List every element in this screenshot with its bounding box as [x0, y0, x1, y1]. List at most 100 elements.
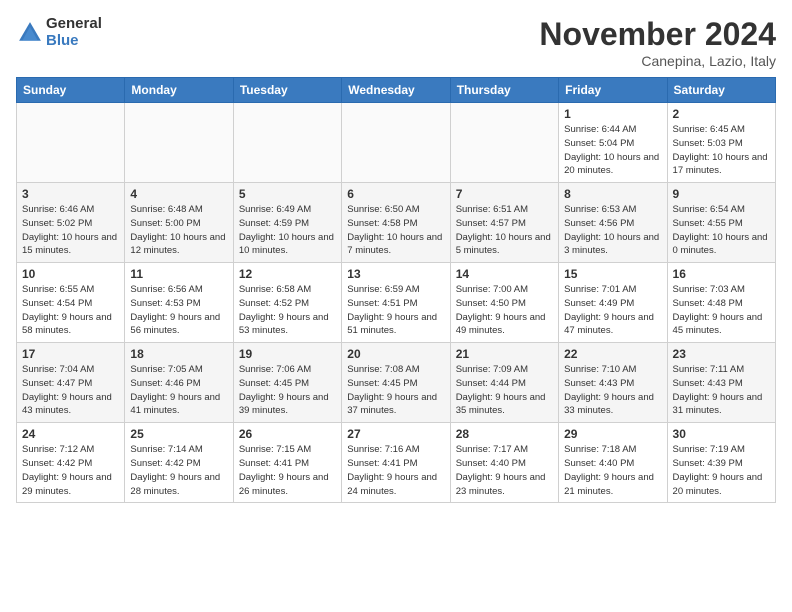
calendar-cell: 3 Sunrise: 6:46 AM Sunset: 5:02 PM Daylig… — [17, 183, 125, 263]
day-info: Sunrise: 7:19 AM Sunset: 4:39 PM Dayligh… — [673, 443, 770, 498]
day-number: 5 — [239, 187, 336, 201]
day-info: Sunrise: 7:14 AM Sunset: 4:42 PM Dayligh… — [130, 443, 227, 498]
day-number: 30 — [673, 427, 770, 441]
calendar-cell: 10 Sunrise: 6:55 AM Sunset: 4:54 PM Dayli… — [17, 263, 125, 343]
day-info: Sunrise: 6:45 AM Sunset: 5:03 PM Dayligh… — [673, 123, 770, 178]
weekday-header-saturday: Saturday — [667, 78, 775, 103]
day-number: 16 — [673, 267, 770, 281]
calendar-cell: 6 Sunrise: 6:50 AM Sunset: 4:58 PM Daylig… — [342, 183, 450, 263]
day-number: 21 — [456, 347, 553, 361]
calendar-cell: 23 Sunrise: 7:11 AM Sunset: 4:43 PM Dayli… — [667, 343, 775, 423]
weekday-header-sunday: Sunday — [17, 78, 125, 103]
calendar-cell: 1 Sunrise: 6:44 AM Sunset: 5:04 PM Daylig… — [559, 103, 667, 183]
calendar-cell: 18 Sunrise: 7:05 AM Sunset: 4:46 PM Dayli… — [125, 343, 233, 423]
day-number: 25 — [130, 427, 227, 441]
day-info: Sunrise: 6:48 AM Sunset: 5:00 PM Dayligh… — [130, 203, 227, 258]
logo-icon — [16, 19, 44, 47]
calendar-cell: 27 Sunrise: 7:16 AM Sunset: 4:41 PM Dayli… — [342, 423, 450, 503]
week-row-5: 24Sunrise: 7:12 AM Sunset: 4:42 PM Dayli… — [17, 423, 776, 503]
calendar-cell: 29 Sunrise: 7:18 AM Sunset: 4:40 PM Dayli… — [559, 423, 667, 503]
calendar-cell: 20 Sunrise: 7:08 AM Sunset: 4:45 PM Dayli… — [342, 343, 450, 423]
day-number: 15 — [564, 267, 661, 281]
day-number: 18 — [130, 347, 227, 361]
day-info: Sunrise: 6:59 AM Sunset: 4:51 PM Dayligh… — [347, 283, 444, 338]
day-info: Sunrise: 6:50 AM Sunset: 4:58 PM Dayligh… — [347, 203, 444, 258]
calendar-cell: 4 Sunrise: 6:48 AM Sunset: 5:00 PM Daylig… — [125, 183, 233, 263]
calendar-cell — [17, 103, 125, 183]
day-number: 27 — [347, 427, 444, 441]
weekday-header-tuesday: Tuesday — [233, 78, 341, 103]
day-info: Sunrise: 7:16 AM Sunset: 4:41 PM Dayligh… — [347, 443, 444, 498]
calendar-cell: 9Sunrise: 6:54 AM Sunset: 4:55 PM Daylig… — [667, 183, 775, 263]
day-number: 20 — [347, 347, 444, 361]
day-info: Sunrise: 7:03 AM Sunset: 4:48 PM Dayligh… — [673, 283, 770, 338]
day-number: 2 — [673, 107, 770, 121]
day-info: Sunrise: 7:15 AM Sunset: 4:41 PM Dayligh… — [239, 443, 336, 498]
day-info: Sunrise: 7:05 AM Sunset: 4:46 PM Dayligh… — [130, 363, 227, 418]
weekday-header-friday: Friday — [559, 78, 667, 103]
day-info: Sunrise: 7:04 AM Sunset: 4:47 PM Dayligh… — [22, 363, 119, 418]
logo-text-general: General — [46, 16, 102, 33]
calendar-cell — [342, 103, 450, 183]
day-info: Sunrise: 6:58 AM Sunset: 4:52 PM Dayligh… — [239, 283, 336, 338]
day-info: Sunrise: 7:12 AM Sunset: 4:42 PM Dayligh… — [22, 443, 119, 498]
month-title: November 2024 — [539, 16, 776, 53]
calendar-cell: 2 Sunrise: 6:45 AM Sunset: 5:03 PM Daylig… — [667, 103, 775, 183]
calendar-cell: 7Sunrise: 6:51 AM Sunset: 4:57 PM Daylig… — [450, 183, 558, 263]
day-number: 4 — [130, 187, 227, 201]
logo: General Blue — [16, 16, 102, 49]
week-row-3: 10 Sunrise: 6:55 AM Sunset: 4:54 PM Dayli… — [17, 263, 776, 343]
day-info: Sunrise: 7:06 AM Sunset: 4:45 PM Dayligh… — [239, 363, 336, 418]
day-info: Sunrise: 6:55 AM Sunset: 4:54 PM Dayligh… — [22, 283, 119, 338]
day-info: Sunrise: 7:11 AM Sunset: 4:43 PM Dayligh… — [673, 363, 770, 418]
calendar-cell: 5 Sunrise: 6:49 AM Sunset: 4:59 PM Daylig… — [233, 183, 341, 263]
day-number: 8 — [564, 187, 661, 201]
day-info: Sunrise: 6:54 AM Sunset: 4:55 PM Dayligh… — [673, 203, 770, 258]
day-info: Sunrise: 6:51 AM Sunset: 4:57 PM Dayligh… — [456, 203, 553, 258]
page: General Blue November 2024 Canepina, Laz… — [0, 0, 792, 511]
week-row-4: 17 Sunrise: 7:04 AM Sunset: 4:47 PM Dayli… — [17, 343, 776, 423]
week-row-2: 3 Sunrise: 6:46 AM Sunset: 5:02 PM Daylig… — [17, 183, 776, 263]
calendar-cell: 12Sunrise: 6:58 AM Sunset: 4:52 PM Dayli… — [233, 263, 341, 343]
day-info: Sunrise: 7:08 AM Sunset: 4:45 PM Dayligh… — [347, 363, 444, 418]
calendar-cell: 30 Sunrise: 7:19 AM Sunset: 4:39 PM Dayli… — [667, 423, 775, 503]
calendar-cell: 8Sunrise: 6:53 AM Sunset: 4:56 PM Daylig… — [559, 183, 667, 263]
calendar-cell: 25 Sunrise: 7:14 AM Sunset: 4:42 PM Dayli… — [125, 423, 233, 503]
logo-text-blue: Blue — [46, 33, 102, 50]
day-number: 17 — [22, 347, 119, 361]
day-info: Sunrise: 7:09 AM Sunset: 4:44 PM Dayligh… — [456, 363, 553, 418]
day-number: 28 — [456, 427, 553, 441]
day-number: 11 — [130, 267, 227, 281]
calendar-cell: 24Sunrise: 7:12 AM Sunset: 4:42 PM Dayli… — [17, 423, 125, 503]
day-info: Sunrise: 6:44 AM Sunset: 5:04 PM Dayligh… — [564, 123, 661, 178]
day-number: 14 — [456, 267, 553, 281]
calendar-cell — [233, 103, 341, 183]
calendar-cell: 21 Sunrise: 7:09 AM Sunset: 4:44 PM Dayli… — [450, 343, 558, 423]
weekday-header-row: SundayMondayTuesdayWednesdayThursdayFrid… — [17, 78, 776, 103]
weekday-header-wednesday: Wednesday — [342, 78, 450, 103]
week-row-1: 1 Sunrise: 6:44 AM Sunset: 5:04 PM Daylig… — [17, 103, 776, 183]
day-info: Sunrise: 7:00 AM Sunset: 4:50 PM Dayligh… — [456, 283, 553, 338]
calendar-cell: 13Sunrise: 6:59 AM Sunset: 4:51 PM Dayli… — [342, 263, 450, 343]
day-number: 26 — [239, 427, 336, 441]
day-number: 10 — [22, 267, 119, 281]
calendar-cell: 14 Sunrise: 7:00 AM Sunset: 4:50 PM Dayli… — [450, 263, 558, 343]
calendar-cell — [125, 103, 233, 183]
header-row: General Blue November 2024 Canepina, Laz… — [16, 16, 776, 69]
day-number: 6 — [347, 187, 444, 201]
day-info: Sunrise: 7:10 AM Sunset: 4:43 PM Dayligh… — [564, 363, 661, 418]
day-number: 3 — [22, 187, 119, 201]
day-info: Sunrise: 7:01 AM Sunset: 4:49 PM Dayligh… — [564, 283, 661, 338]
day-info: Sunrise: 6:56 AM Sunset: 4:53 PM Dayligh… — [130, 283, 227, 338]
calendar-cell — [450, 103, 558, 183]
day-number: 29 — [564, 427, 661, 441]
day-info: Sunrise: 7:18 AM Sunset: 4:40 PM Dayligh… — [564, 443, 661, 498]
calendar-cell: 15 Sunrise: 7:01 AM Sunset: 4:49 PM Dayli… — [559, 263, 667, 343]
day-number: 23 — [673, 347, 770, 361]
day-number: 19 — [239, 347, 336, 361]
day-info: Sunrise: 6:46 AM Sunset: 5:02 PM Dayligh… — [22, 203, 119, 258]
day-info: Sunrise: 6:49 AM Sunset: 4:59 PM Dayligh… — [239, 203, 336, 258]
location-subtitle: Canepina, Lazio, Italy — [539, 53, 776, 69]
day-number: 1 — [564, 107, 661, 121]
day-info: Sunrise: 7:17 AM Sunset: 4:40 PM Dayligh… — [456, 443, 553, 498]
